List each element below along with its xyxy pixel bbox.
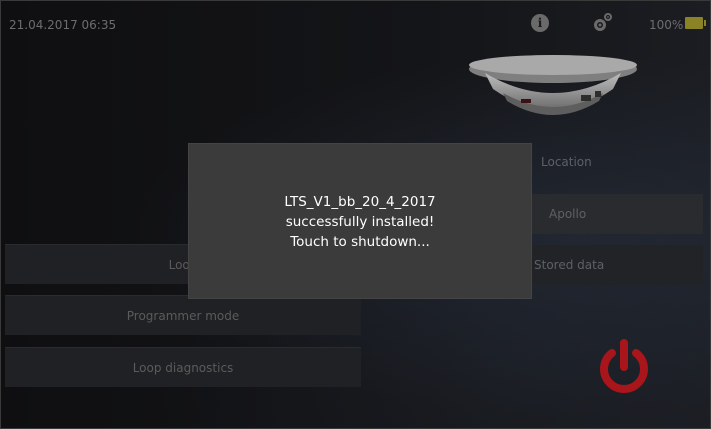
loop-diagnostics-button[interactable]: Loop diagnostics [5, 347, 361, 387]
power-icon[interactable] [593, 337, 655, 399]
battery-icon [685, 17, 706, 29]
dialog-firmware-name: LTS_V1_bb_20_4_2017 [284, 194, 436, 210]
dialog-status-text: successfully installed! [285, 214, 435, 230]
location-label: Location [541, 155, 592, 169]
dialog-instruction-text: Touch to shutdown... [290, 234, 430, 250]
install-success-dialog[interactable]: LTS_V1_bb_20_4_2017 successfully install… [189, 144, 531, 298]
status-datetime: 21.04.2017 06:35 [9, 18, 117, 32]
device-screen: 21.04.2017 06:35 i 100% Loop Programmer … [0, 0, 711, 429]
info-icon[interactable]: i [531, 14, 549, 32]
smoke-detector-image [469, 55, 637, 115]
battery-percentage: 100% [649, 18, 684, 32]
programmer-mode-button[interactable]: Programmer mode [5, 295, 361, 335]
stored-data-button[interactable]: Stored data [531, 245, 703, 285]
location-field[interactable]: Apollo [531, 194, 703, 234]
settings-gear-icon[interactable] [592, 11, 614, 33]
